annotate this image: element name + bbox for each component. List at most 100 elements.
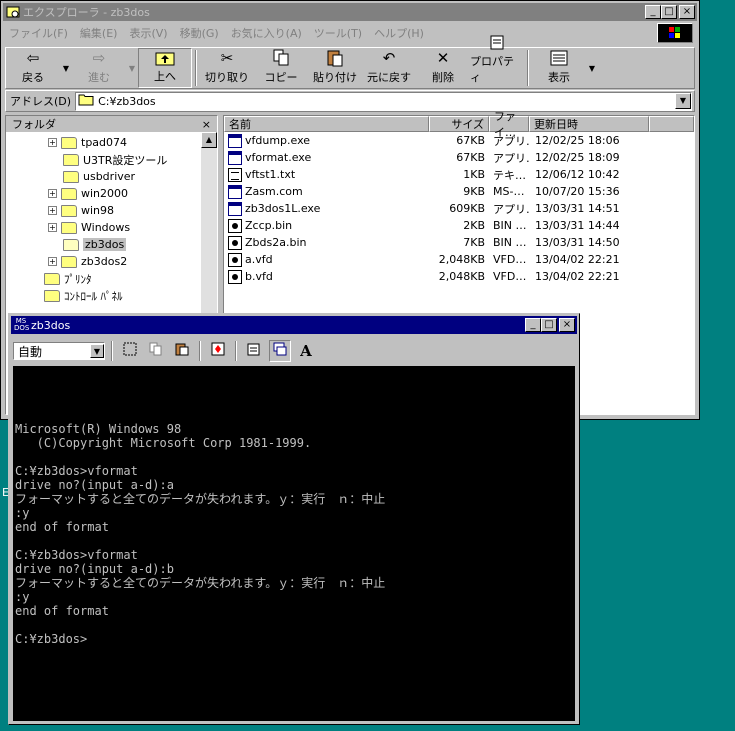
file-row[interactable]: vfdump.exe 67KB アプリ… 12/02/25 18:06 xyxy=(224,132,694,149)
column-header-name[interactable]: 名前 xyxy=(224,116,429,132)
expand-icon[interactable]: + xyxy=(48,206,57,215)
folder-tree: + tpad074 U3TR設定ツール usbdriver + win2000 … xyxy=(6,132,217,304)
back-dropdown[interactable]: ▼ xyxy=(60,48,72,88)
minimize-button[interactable]: _ xyxy=(645,5,661,19)
column-header-modified[interactable]: 更新日時 xyxy=(529,116,649,132)
background-button[interactable] xyxy=(269,340,291,362)
dos-toolbar: 自動 ▼ A xyxy=(11,338,577,364)
file-size: 67KB xyxy=(456,134,485,147)
fullscreen-button[interactable] xyxy=(207,340,229,362)
console-line: :y xyxy=(15,590,30,604)
console-output[interactable]: Microsoft(R) Windows 98 (C)Copyright Mic… xyxy=(13,366,575,721)
address-dropdown-button[interactable]: ▼ xyxy=(675,93,691,109)
file-type: BIN … xyxy=(493,236,527,249)
dos-minimize-button[interactable]: _ xyxy=(525,318,541,332)
console-line: :y xyxy=(15,506,30,520)
file-size: 2,048KB xyxy=(438,253,485,266)
mark-button[interactable] xyxy=(119,340,141,362)
tree-item-win98[interactable]: + win98 xyxy=(6,202,217,219)
file-row[interactable]: vformat.exe 67KB アプリ… 12/02/25 18:09 xyxy=(224,149,694,166)
address-bar: アドレス(D) C:¥zb3dos ▼ xyxy=(5,90,695,112)
properties-button[interactable]: プロパティ xyxy=(470,35,524,88)
console-line: end of format xyxy=(15,604,109,618)
menu-tools[interactable]: ツール(T) xyxy=(308,25,368,41)
console-line: C:¥zb3dos>vformat xyxy=(15,548,138,562)
menu-file[interactable]: ファイル(F) xyxy=(3,25,74,41)
menu-view[interactable]: 表示(V) xyxy=(123,25,173,41)
maximize-button[interactable]: □ xyxy=(661,5,677,19)
font-size-select[interactable]: 自動 ▼ xyxy=(13,342,105,360)
menu-help[interactable]: ヘルプ(H) xyxy=(368,25,430,41)
address-input[interactable]: C:¥zb3dos ▼ xyxy=(75,91,692,111)
file-name: vfdump.exe xyxy=(245,134,311,147)
tree-item-zb3dos2[interactable]: + zb3dos2 xyxy=(6,253,217,270)
file-type: MS-… xyxy=(493,185,525,198)
column-header-type[interactable]: ファイ… xyxy=(489,110,529,139)
tree-item-zb3dos[interactable]: zb3dos xyxy=(6,236,217,253)
address-value: C:¥zb3dos xyxy=(98,94,156,108)
forward-button[interactable]: ⇨ 進む xyxy=(72,48,126,88)
file-row[interactable]: Zasm.com 9KB MS-… 10/07/20 15:36 xyxy=(224,183,694,200)
tree-item-win2000[interactable]: + win2000 xyxy=(6,185,217,202)
console-line: C:¥zb3dos>vformat xyxy=(15,464,138,478)
expand-icon[interactable]: + xyxy=(48,223,57,232)
back-button[interactable]: ⇦ 戻る xyxy=(6,48,60,88)
fullscreen-icon xyxy=(211,342,225,360)
file-name: a.vfd xyxy=(245,253,273,266)
expand-icon[interactable]: + xyxy=(48,189,57,198)
folder-pane-title: フォルダ xyxy=(12,118,56,131)
file-row[interactable]: b.vfd 2,048KB VFD… 13/04/02 22:21 xyxy=(224,268,694,285)
expand-icon[interactable]: + xyxy=(48,138,57,147)
expand-icon[interactable]: + xyxy=(48,257,57,266)
file-row[interactable]: zb3dos1L.exe 609KB アプリ… 13/03/31 14:51 xyxy=(224,200,694,217)
copy-button[interactable]: コピー xyxy=(254,48,308,88)
exe-file-icon xyxy=(228,184,242,199)
file-row[interactable]: Zbds2a.bin 7KB BIN … 13/03/31 14:50 xyxy=(224,234,694,251)
menu-favorites[interactable]: お気に入り(A) xyxy=(225,25,308,41)
file-name: vformat.exe xyxy=(245,151,312,164)
exe-file-icon xyxy=(228,150,242,165)
dos-titlebar[interactable]: MS DOS zb3dos _ □ × xyxy=(11,316,577,334)
undo-button[interactable]: ↶ 元に戻す xyxy=(362,48,416,88)
up-button[interactable]: 上へ xyxy=(138,48,192,88)
menu-edit[interactable]: 編集(E) xyxy=(74,25,124,41)
toolbar-separator xyxy=(195,50,197,86)
toolbar-separator xyxy=(527,50,529,86)
font-button[interactable]: A xyxy=(295,340,317,362)
forward-arrow-icon: ⇨ xyxy=(92,49,106,67)
menu-go[interactable]: 移動(G) xyxy=(174,25,225,41)
tree-item-u3tr[interactable]: U3TR設定ツール xyxy=(6,151,217,168)
explorer-titlebar[interactable]: エクスプローラ - zb3dos _ □ × xyxy=(3,3,697,21)
console-line: フォーマットすると全てのデータが失われます。ｙ：実行 ｎ：中止 xyxy=(15,492,386,506)
close-button[interactable]: × xyxy=(679,5,695,19)
tree-item-usbdriver[interactable]: usbdriver xyxy=(6,168,217,185)
file-row[interactable]: vftst1.txt 1KB テキ… 12/06/12 10:42 xyxy=(224,166,694,183)
tree-item-windows[interactable]: + Windows xyxy=(6,219,217,236)
console-line: フォーマットすると全てのデータが失われます。ｙ：実行 ｎ：中止 xyxy=(15,576,386,590)
file-row[interactable]: Zccp.bin 2KB BIN … 13/03/31 14:44 xyxy=(224,217,694,234)
tree-item-control-panel[interactable]: ｺﾝﾄﾛｰﾙ ﾊﾟﾈﾙ xyxy=(6,287,217,304)
details-view-icon xyxy=(549,49,569,67)
tree-item-printers[interactable]: ﾌﾟﾘﾝﾀ xyxy=(6,270,217,287)
exe-file-icon xyxy=(228,201,242,216)
dos-paste-button[interactable] xyxy=(171,340,193,362)
paste-icon xyxy=(325,49,345,67)
folder-pane-close-button[interactable]: × xyxy=(202,118,211,131)
dos-copy-button[interactable] xyxy=(145,340,167,362)
delete-button[interactable]: ✕ 削除 xyxy=(416,48,470,88)
tree-item-tpad074[interactable]: + tpad074 xyxy=(6,134,217,151)
font-size-dropdown[interactable]: ▼ xyxy=(90,344,104,358)
dos-close-button[interactable]: × xyxy=(559,318,575,332)
cut-button[interactable]: ✂ 切り取り xyxy=(200,48,254,88)
file-size: 1KB xyxy=(463,168,485,181)
view-dropdown[interactable]: ▼ xyxy=(586,48,598,88)
bin-file-icon xyxy=(228,252,242,267)
column-header-size[interactable]: サイズ xyxy=(429,116,489,132)
view-button[interactable]: 表示 xyxy=(532,48,586,88)
dos-maximize-button[interactable]: □ xyxy=(541,318,557,332)
file-row[interactable]: a.vfd 2,048KB VFD… 13/04/02 22:21 xyxy=(224,251,694,268)
paste-button[interactable]: 貼り付け xyxy=(308,48,362,88)
scroll-up-arrow-icon[interactable]: ▲ xyxy=(201,132,217,148)
dos-properties-button[interactable] xyxy=(243,340,265,362)
forward-dropdown[interactable]: ▼ xyxy=(126,48,138,88)
